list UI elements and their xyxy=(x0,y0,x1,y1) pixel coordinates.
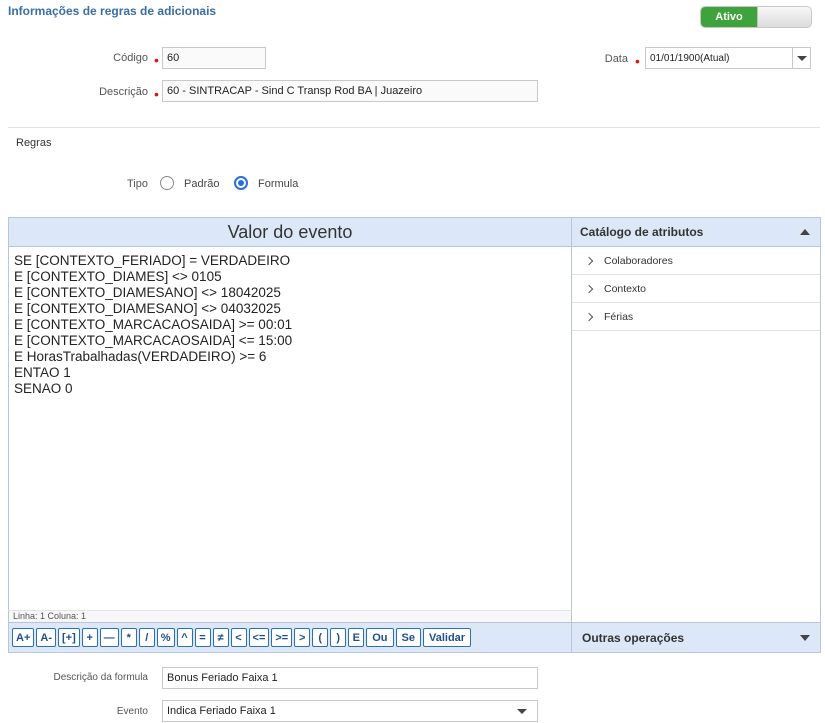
page-title: Informações de regras de adicionais xyxy=(8,4,217,18)
catalog-title: Catálogo de atributos xyxy=(580,225,704,239)
catalog-item-contexto[interactable]: Contexto xyxy=(572,275,820,303)
required-mark: • xyxy=(635,53,640,69)
minus-button[interactable]: — xyxy=(99,628,119,647)
required-mark: • xyxy=(154,52,159,68)
editor-status: Linha: 1 Coluna: 1 xyxy=(8,610,572,622)
greater-equal-button[interactable]: >= xyxy=(271,628,293,647)
chevron-down-icon xyxy=(800,635,810,641)
data-select[interactable]: 01/01/1900(Atual) xyxy=(645,47,811,69)
editor-line: SENAO 0 xyxy=(14,381,73,396)
codigo-label: Código xyxy=(113,52,148,64)
radio-formula[interactable] xyxy=(234,176,248,190)
catalog-item-colaboradores[interactable]: Colaboradores xyxy=(572,247,820,275)
editor-line: E [CONTEXTO_DIAMES] <> 0105 xyxy=(14,269,222,284)
codigo-field[interactable]: 60 xyxy=(162,47,266,69)
chevron-down-icon xyxy=(796,55,807,61)
descricao-field[interactable]: 60 - SINTRACAP - Sind C Transp Rod BA | … xyxy=(162,80,538,102)
catalog-header[interactable]: Catálogo de atributos xyxy=(572,217,821,247)
evento-select[interactable]: Indica Feriado Faixa 1 xyxy=(162,700,538,722)
font-increase-button[interactable]: A+ xyxy=(12,628,35,647)
outras-operacoes-header[interactable]: Outras operações xyxy=(572,622,821,653)
divider xyxy=(8,127,820,128)
close-paren-button[interactable]: ) xyxy=(330,628,347,647)
percent-button[interactable]: % xyxy=(156,628,175,647)
regras-section-label: Regras xyxy=(16,137,52,149)
divide-button[interactable]: / xyxy=(138,628,155,647)
editor-line: E [CONTEXTO_MARCACAOSAIDA] >= 00:01 xyxy=(14,317,293,332)
editor-line: E [CONTEXTO_MARCACAOSAIDA] <= 15:00 xyxy=(14,333,293,348)
open-paren-button[interactable]: ( xyxy=(312,628,329,647)
plus-button[interactable]: + xyxy=(81,628,98,647)
editor-line: E HorasTrabalhadas(VERDADEIRO) >= 6 xyxy=(14,349,267,364)
chevron-right-icon xyxy=(584,284,594,294)
chevron-down-icon xyxy=(517,709,527,714)
if-button[interactable]: Se xyxy=(395,628,421,647)
and-button[interactable]: E xyxy=(348,628,365,647)
editor-title: Valor do evento xyxy=(8,217,572,247)
data-select-value: 01/01/1900(Atual) xyxy=(650,52,730,64)
formula-editor[interactable]: SE [CONTEXTO_FERIADO] = VERDADEIRO E [CO… xyxy=(8,247,572,610)
catalog-item-label: Férias xyxy=(604,310,634,323)
greater-than-button[interactable]: > xyxy=(294,628,311,647)
descricao-formula-label: Descrição da formula xyxy=(53,672,148,683)
required-mark: • xyxy=(154,86,159,102)
chevron-right-icon xyxy=(584,312,594,322)
catalog-list: Colaboradores Contexto Férias xyxy=(572,247,821,622)
or-button[interactable]: Ou xyxy=(366,628,394,647)
data-select-toggle[interactable] xyxy=(792,48,810,68)
multiply-button[interactable]: * xyxy=(120,628,137,647)
less-than-button[interactable]: < xyxy=(230,628,247,647)
radio-padrao-label: Padrão xyxy=(184,178,220,190)
insert-function-button[interactable]: [+] xyxy=(57,628,80,647)
power-button[interactable]: ^ xyxy=(176,628,193,647)
editor-line: E [CONTEXTO_DIAMESANO] <> 18042025 xyxy=(14,285,281,300)
catalog-item-label: Colaboradores xyxy=(604,254,673,267)
equals-button[interactable]: = xyxy=(194,628,211,647)
radio-padrao[interactable] xyxy=(160,176,174,190)
less-equal-button[interactable]: <= xyxy=(248,628,270,647)
descricao-label: Descrição xyxy=(99,86,148,98)
catalog-item-label: Contexto xyxy=(604,282,647,295)
evento-label: Evento xyxy=(116,706,148,717)
validate-button[interactable]: Validar xyxy=(422,628,472,647)
toggle-knob xyxy=(757,7,811,27)
operator-toolbar: A+ A- [+] + — * / % ^ = ≠ < <= >= > ( ) … xyxy=(8,622,572,653)
outras-operacoes-title: Outras operações xyxy=(582,630,685,645)
not-equal-button[interactable]: ≠ xyxy=(212,628,229,647)
radio-formula-label: Formula xyxy=(258,178,299,190)
active-toggle[interactable]: Ativo xyxy=(700,6,812,28)
data-label: Data xyxy=(604,53,628,65)
active-toggle-label: Ativo xyxy=(701,7,757,27)
descricao-formula-field[interactable]: Bonus Feriado Faixa 1 xyxy=(162,667,538,689)
tipo-label: Tipo xyxy=(127,178,148,190)
font-decrease-button[interactable]: A- xyxy=(36,628,56,647)
chevron-up-icon xyxy=(800,229,810,235)
editor-line: ENTAO 1 xyxy=(14,365,71,380)
editor-line: SE [CONTEXTO_FERIADO] = VERDADEIRO xyxy=(14,253,291,268)
evento-select-value: Indica Feriado Faixa 1 xyxy=(167,705,276,717)
catalog-item-ferias[interactable]: Férias xyxy=(572,303,820,331)
chevron-right-icon xyxy=(584,256,594,266)
editor-line: E [CONTEXTO_DIAMESANO] <> 04032025 xyxy=(14,301,281,316)
